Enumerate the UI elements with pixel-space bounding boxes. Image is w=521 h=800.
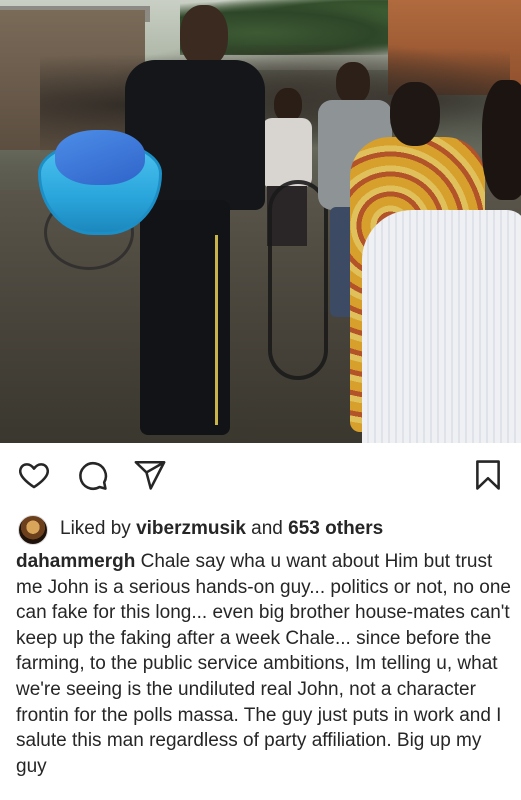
save-button[interactable] bbox=[470, 457, 506, 493]
liked-by-username[interactable]: viberzmusik bbox=[136, 518, 246, 539]
post-photo[interactable] bbox=[0, 0, 521, 443]
likes-others[interactable]: 653 others bbox=[288, 518, 383, 539]
likes-row: Liked by viberzmusik and 653 others bbox=[0, 512, 521, 548]
like-button[interactable] bbox=[16, 457, 52, 493]
send-icon bbox=[134, 460, 166, 490]
avatar[interactable] bbox=[18, 515, 48, 545]
bookmark-icon bbox=[476, 460, 500, 490]
likes-prefix: Liked by bbox=[60, 518, 131, 539]
caption-username[interactable]: dahammergh bbox=[16, 551, 135, 572]
heart-icon bbox=[19, 463, 49, 489]
likes-summary[interactable]: Liked by viberzmusik and 653 others bbox=[60, 518, 383, 540]
share-button[interactable] bbox=[132, 457, 168, 493]
comment-icon bbox=[79, 461, 108, 490]
photo-man-striped-shirt bbox=[362, 80, 521, 443]
caption-text: Chale say wha u want about Him but trust… bbox=[16, 551, 511, 777]
likes-connector: and bbox=[251, 518, 283, 539]
photo-blue-bag bbox=[55, 130, 145, 185]
post-caption: dahammergh Chale say wha u want about Hi… bbox=[16, 549, 516, 779]
action-bar bbox=[0, 443, 521, 503]
comment-button[interactable] bbox=[74, 457, 110, 493]
